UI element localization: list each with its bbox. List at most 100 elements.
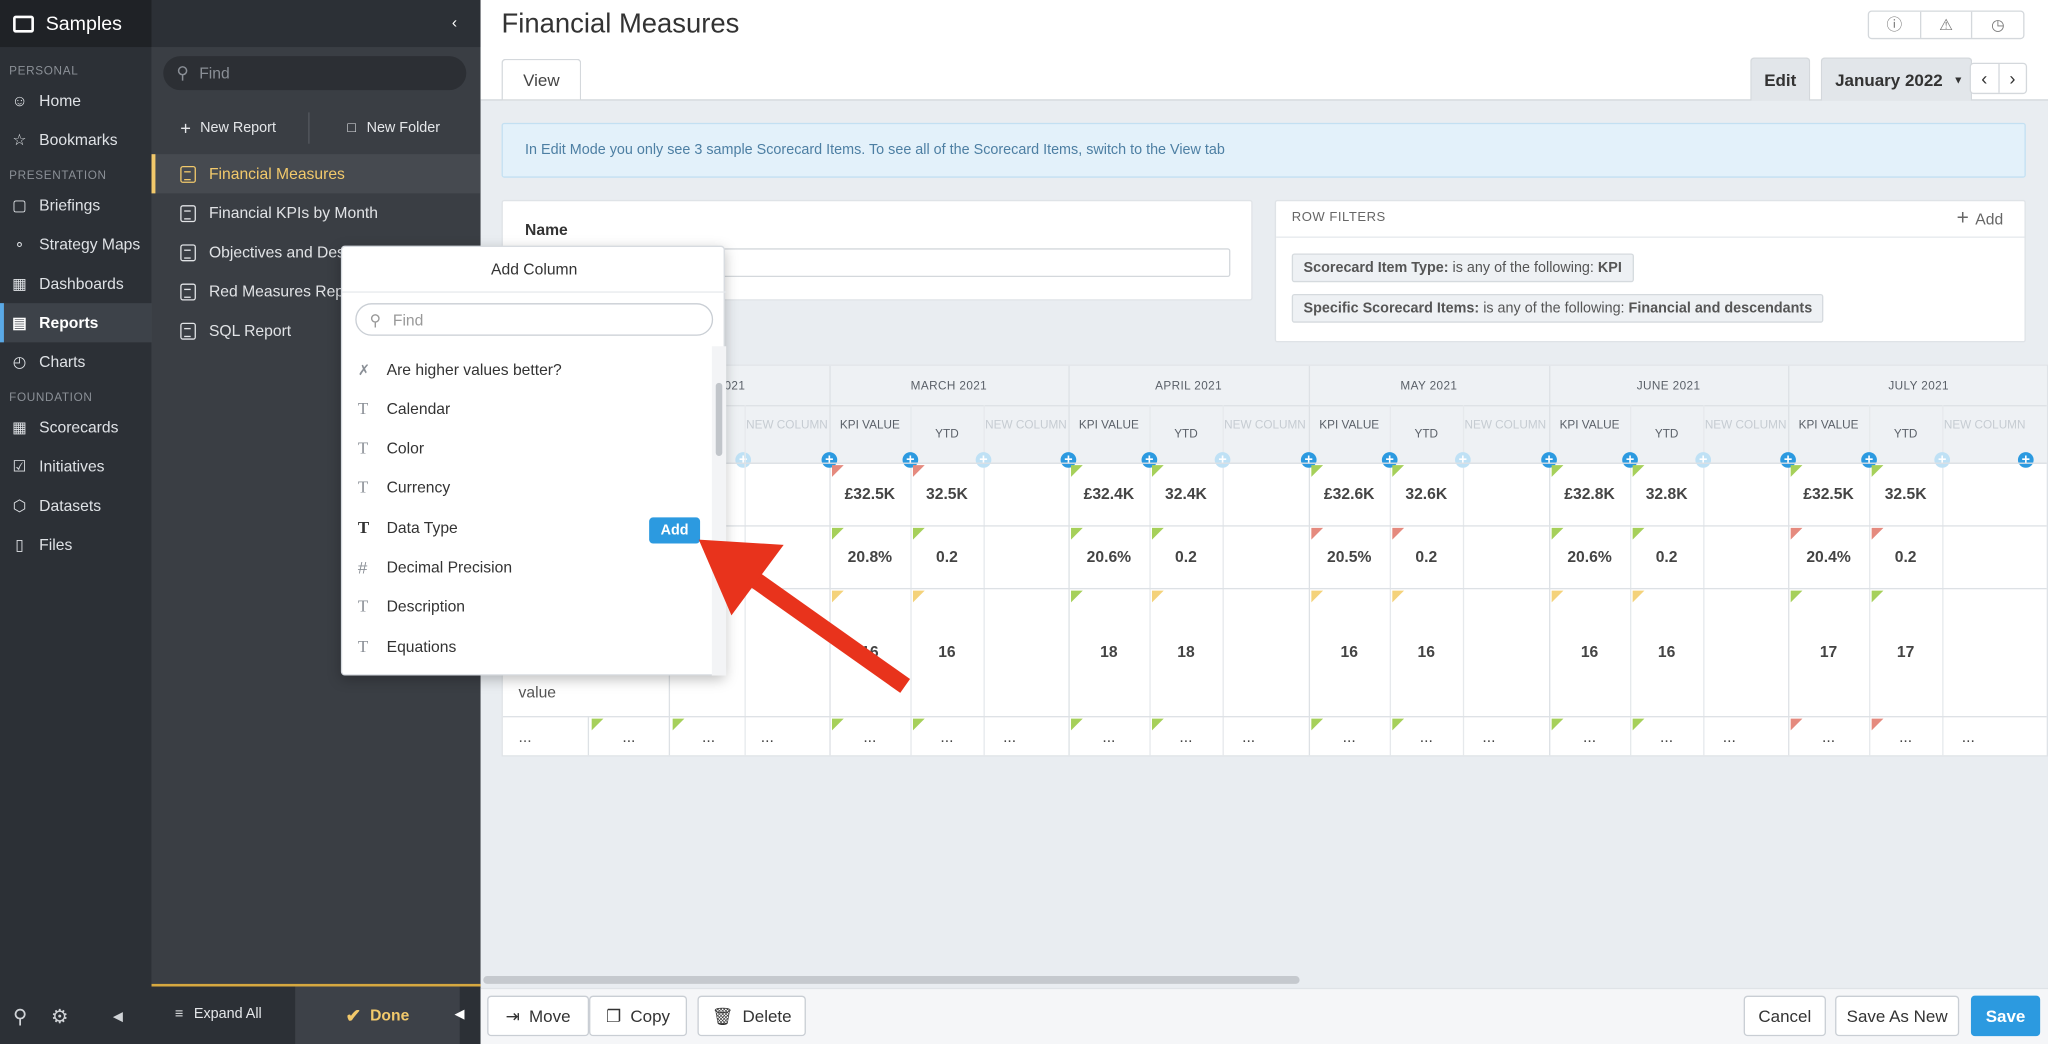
table-cell[interactable]: 16	[1630, 643, 1703, 661]
column-header[interactable]: NEW COLUMN	[1223, 417, 1308, 434]
table-cell[interactable]: 16	[1390, 643, 1463, 661]
column-header[interactable]: NEW COLUMN	[744, 417, 829, 434]
nav-item-strategy-maps[interactable]: ∘ Strategy Maps	[0, 225, 152, 264]
add-filter-button[interactable]: + Add	[1957, 208, 2004, 232]
expand-all-button[interactable]: ≡ Expand All	[175, 1006, 262, 1022]
history-icon[interactable]: ◷	[1973, 12, 2024, 38]
nav-item-dashboards[interactable]: ▦ Dashboards	[0, 264, 152, 303]
search-icon[interactable]: ⚲	[13, 1005, 27, 1028]
report-item[interactable]: Financial KPIs by Month	[152, 193, 481, 232]
table-cell[interactable]: £32.5K	[1788, 485, 1869, 503]
table-cell[interactable]: 0.2	[1630, 547, 1703, 565]
table-cell[interactable]: ...	[1390, 728, 1463, 746]
table-cell[interactable]: ...	[744, 728, 790, 746]
column-header[interactable]: YTD	[1630, 426, 1703, 443]
table-cell[interactable]: 16	[1549, 643, 1630, 661]
nav-item-scorecards[interactable]: ▦ Scorecards	[0, 408, 152, 447]
new-folder-button[interactable]: □ New Folder	[347, 115, 440, 141]
table-cell[interactable]: 16	[1309, 643, 1390, 661]
nav-item-charts[interactable]: ◴ Charts	[0, 342, 152, 381]
warning-icon[interactable]: ⚠	[1921, 11, 1973, 38]
save-as-new-button[interactable]: Save As New	[1835, 995, 1960, 1037]
table-cell[interactable]: 17	[1869, 643, 1942, 661]
tab-view[interactable]: View	[501, 58, 582, 101]
collapse-footer-icon[interactable]: ◀	[455, 1007, 465, 1021]
column-header[interactable]: KPI VALUE	[829, 417, 910, 434]
column-option[interactable]: ✗ Are higher values better?	[358, 350, 562, 389]
table-cell[interactable]: ...	[1309, 728, 1390, 746]
column-header[interactable]: KPI VALUE	[1788, 417, 1869, 434]
column-header[interactable]: KPI VALUE	[1549, 417, 1630, 434]
period-selector[interactable]: January 2022 ▼	[1820, 57, 1973, 101]
nav-item-bookmarks[interactable]: ☆ Bookmarks	[0, 120, 152, 159]
table-cell[interactable]: 0.2	[910, 547, 983, 565]
table-cell[interactable]: £32.8K	[1549, 485, 1630, 503]
report-item[interactable]: Financial Measures	[151, 154, 481, 194]
table-cell[interactable]: ...	[1149, 728, 1222, 746]
table-cell[interactable]: ...	[829, 728, 910, 746]
nav-item-initiatives[interactable]: ☑ Initiatives	[0, 447, 152, 486]
add-column-icon[interactable]: +	[1934, 452, 1951, 468]
add-column-icon[interactable]: +	[975, 452, 992, 468]
table-cell[interactable]: 32.5K	[910, 485, 983, 503]
table-cell[interactable]: 0.2	[1390, 547, 1463, 565]
column-header[interactable]: KPI VALUE	[1309, 417, 1390, 434]
table-cell[interactable]: 20.6%	[1549, 547, 1630, 565]
table-cell[interactable]: 32.6K	[1390, 485, 1463, 503]
table-cell[interactable]: £32.4K	[1068, 485, 1149, 503]
column-header[interactable]: YTD	[1390, 426, 1463, 443]
tab-edit[interactable]: Edit	[1750, 57, 1811, 101]
add-column-icon[interactable]: +	[735, 452, 752, 468]
table-cell[interactable]: 16	[910, 643, 983, 661]
table-cell[interactable]: £32.6K	[1309, 485, 1390, 503]
move-button[interactable]: ⇥ Move	[487, 995, 590, 1037]
delete-button[interactable]: 🗑 Delete	[697, 995, 806, 1037]
table-cell[interactable]: 32.5K	[1869, 485, 1942, 503]
info-icon[interactable]: ⓘ	[1869, 11, 1921, 38]
column-header[interactable]: NEW COLUMN	[1942, 417, 2027, 434]
table-cell[interactable]: ...	[673, 728, 745, 746]
table-cell[interactable]: 20.5%	[1309, 547, 1390, 565]
popup-scroll-thumb[interactable]	[715, 382, 723, 457]
report-search[interactable]: ⚲ Find	[163, 56, 467, 91]
done-button[interactable]: ✔ Done	[295, 986, 460, 1044]
add-column-icon[interactable]: +	[2017, 452, 2034, 468]
add-column-icon[interactable]: +	[1455, 452, 1471, 468]
table-cell[interactable]: ...	[1788, 728, 1869, 746]
table-cell[interactable]: 32.4K	[1149, 485, 1222, 503]
column-header[interactable]: NEW COLUMN	[984, 417, 1069, 434]
column-option[interactable]: T Data Type	[358, 508, 458, 547]
table-cell[interactable]: 20.4%	[1788, 547, 1869, 565]
next-period-icon[interactable]: ›	[1999, 64, 2026, 93]
column-header[interactable]: YTD	[1869, 426, 1942, 443]
column-header[interactable]: YTD	[910, 426, 983, 443]
table-cell[interactable]: 18	[1149, 643, 1222, 661]
copy-button[interactable]: ❐ Copy	[589, 995, 688, 1037]
nav-item-home[interactable]: ☺ Home	[0, 81, 152, 120]
name-input[interactable]	[710, 248, 1231, 278]
gear-icon[interactable]: ⚙	[51, 1005, 69, 1028]
column-search-input[interactable]: ⚲ Find	[355, 303, 714, 336]
table-cell[interactable]: 17	[1788, 643, 1869, 661]
filter-tag[interactable]: Scorecard Item Type: is any of the follo…	[1291, 253, 1634, 283]
column-option[interactable]: T Currency	[358, 468, 450, 507]
table-cell[interactable]: 32.8K	[1630, 485, 1703, 503]
table-cell[interactable]: ...	[1223, 728, 1275, 746]
nav-item-briefings[interactable]: ▢ Briefings	[0, 186, 152, 225]
cancel-button[interactable]: Cancel	[1743, 995, 1826, 1037]
nav-item-reports[interactable]: ▤ Reports	[0, 303, 152, 343]
table-cell[interactable]: ...	[910, 728, 983, 746]
save-button[interactable]: Save	[1970, 995, 2041, 1037]
table-cell[interactable]: 20.6%	[1068, 547, 1149, 565]
table-cell[interactable]: ...	[1068, 728, 1149, 746]
table-cell[interactable]: 0.2	[1869, 547, 1942, 565]
column-option[interactable]: T Description	[358, 587, 465, 626]
nav-item-datasets[interactable]: ⬡ Datasets	[0, 486, 152, 525]
nav-item-files[interactable]: ▯ Files	[0, 525, 152, 564]
column-option[interactable]: T Color	[358, 429, 424, 468]
collapse-nav-icon[interactable]: ◀	[113, 1009, 123, 1023]
table-cell[interactable]: ...	[1549, 728, 1630, 746]
column-header[interactable]: KPI VALUE	[1068, 417, 1149, 434]
table-cell[interactable]: 18	[1068, 643, 1149, 661]
filter-tag[interactable]: Specific Scorecard Items: is any of the …	[1291, 293, 1824, 323]
